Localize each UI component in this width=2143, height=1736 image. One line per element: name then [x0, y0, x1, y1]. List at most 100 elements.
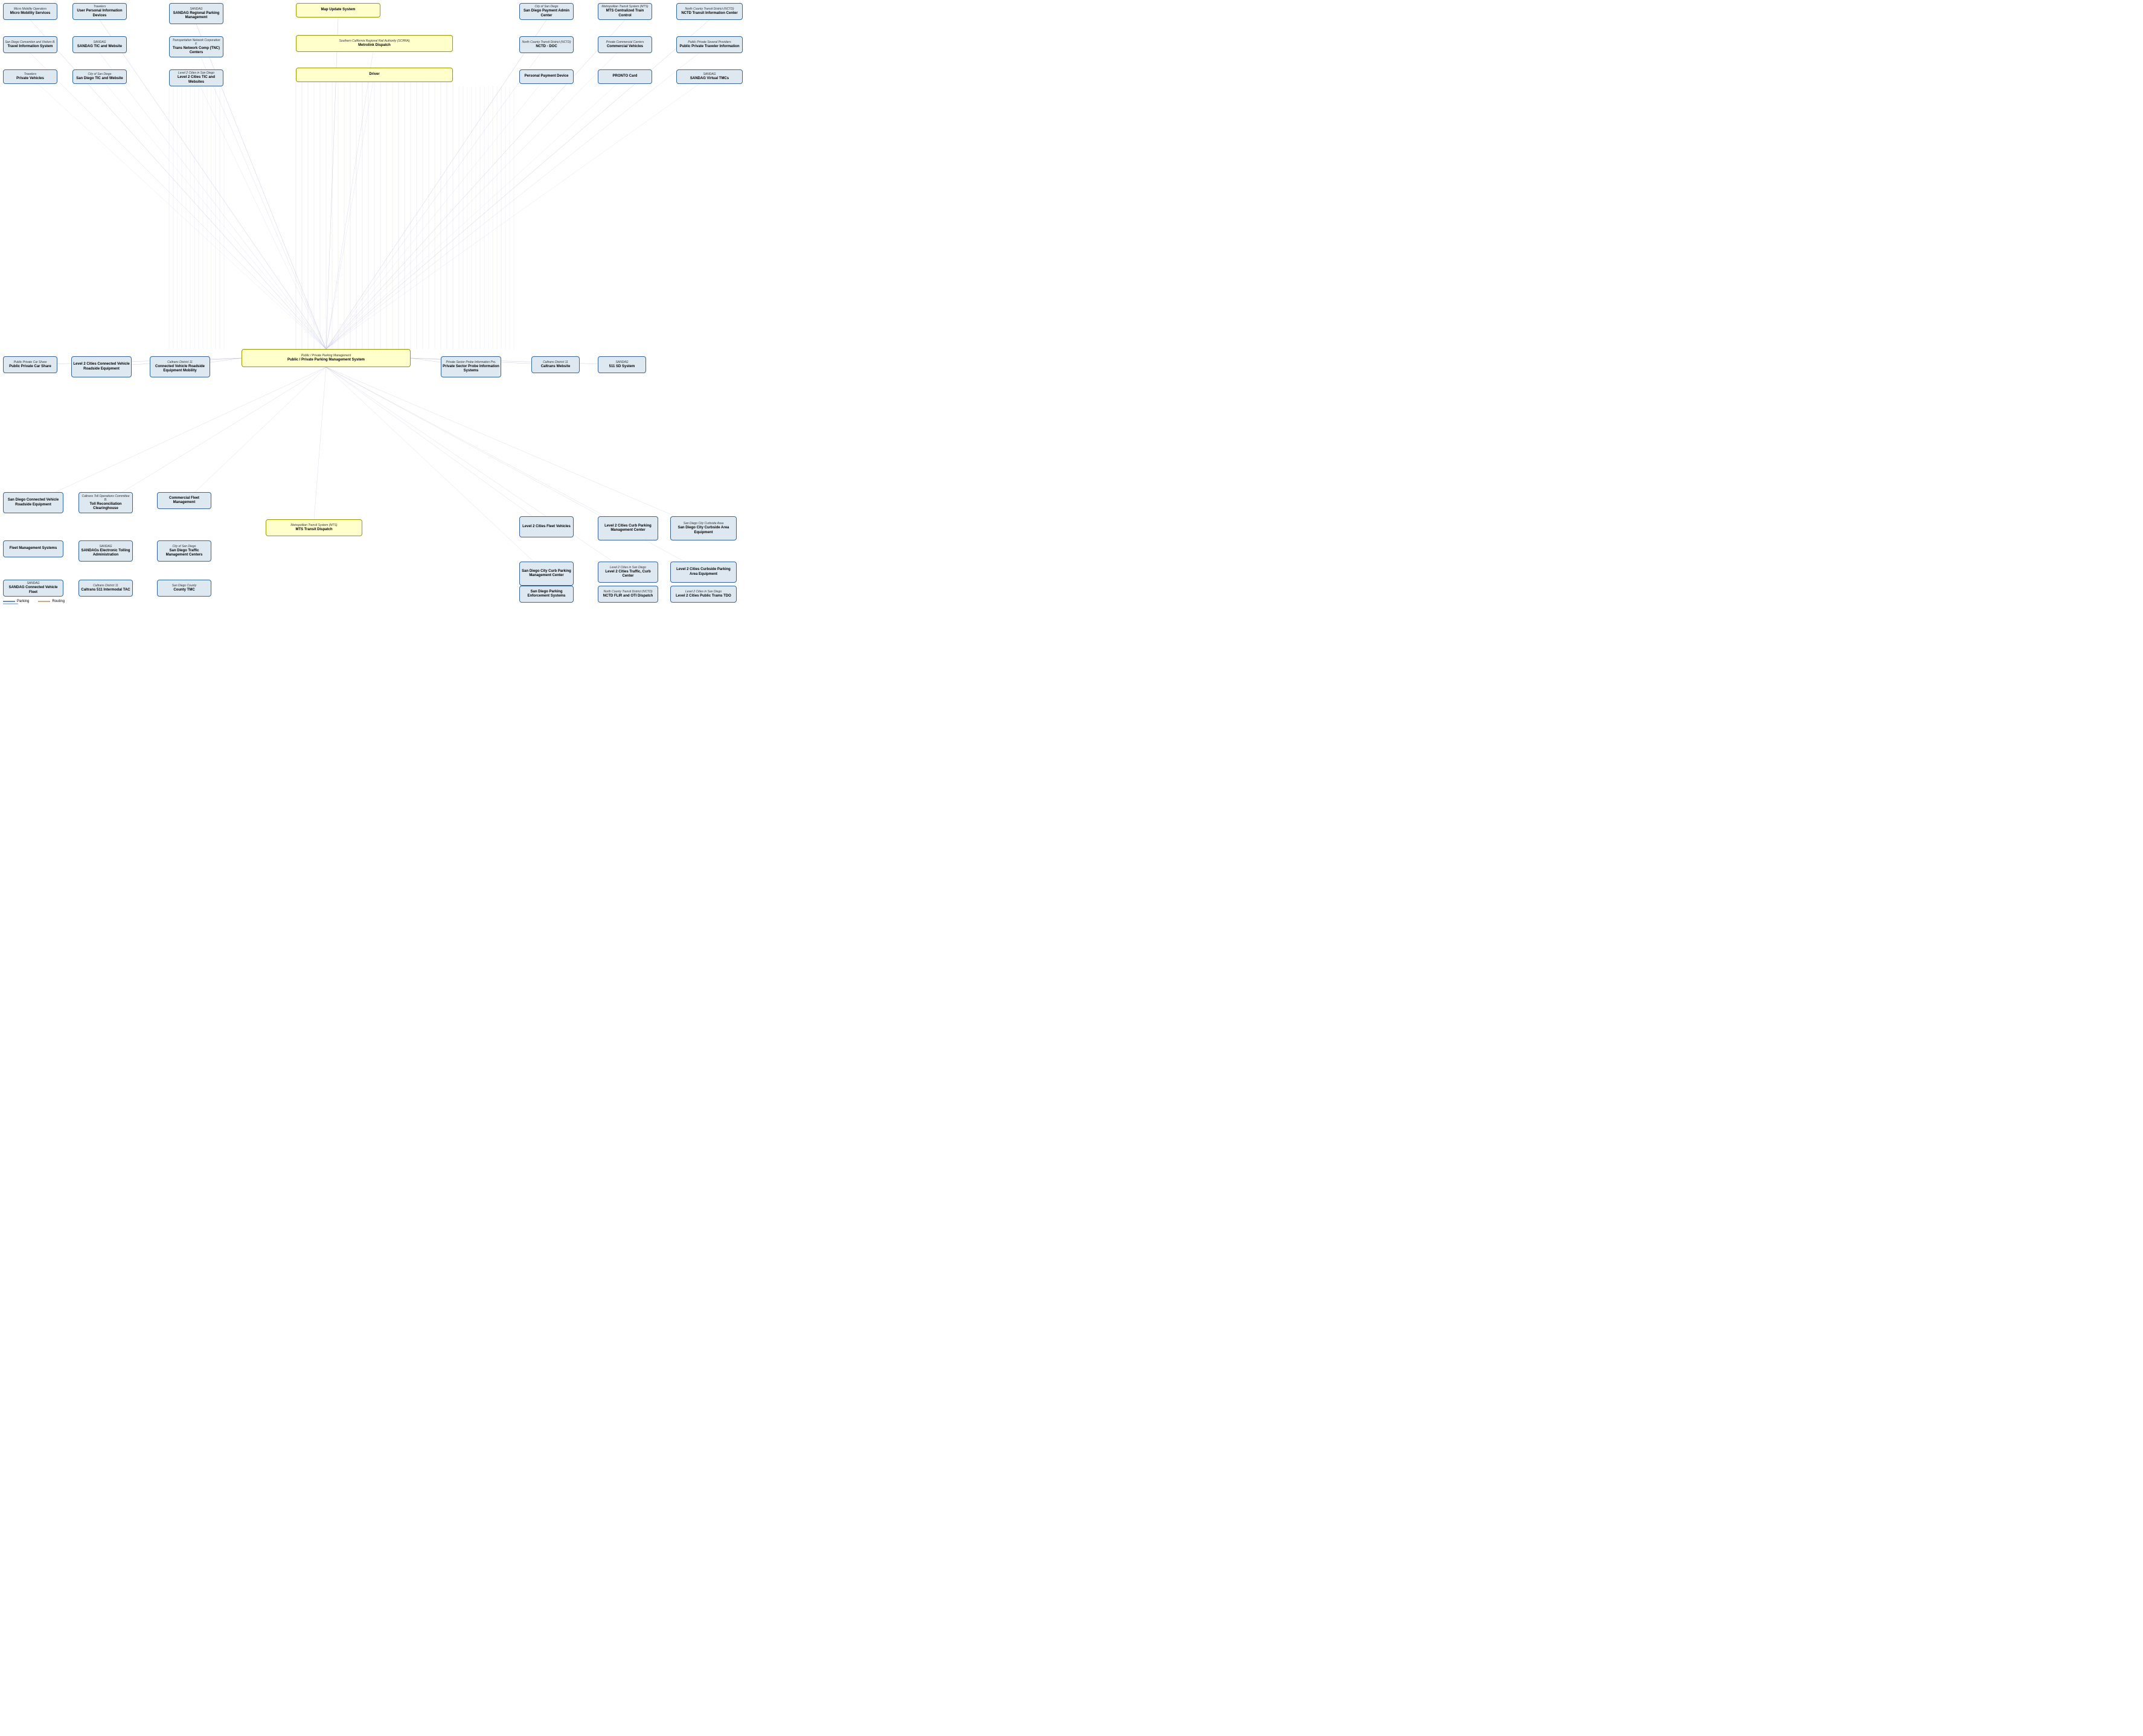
node-fleet-mgmt[interactable]: Fleet Management Systems: [3, 540, 63, 557]
node-tnc[interactable]: Transportation Network Corporation F.Tra…: [169, 36, 223, 57]
node-category-commercial-vehicles: Private Commercial Carriers: [606, 40, 644, 44]
node-county-tmc[interactable]: San Diego CountyCounty TMC: [157, 580, 211, 597]
node-sandag-etoll[interactable]: SANDAGSANDAGs Electronic Tolling Adminis…: [78, 540, 133, 562]
node-title-nctd-flir-dispatch: NCTD FLIR and OTI Dispatch: [603, 594, 653, 598]
node-travelers[interactable]: TravelersUser Personal Information Devic…: [72, 3, 127, 20]
node-city-sd-web[interactable]: City of San DiegoSan Diego TIC and Websi…: [72, 69, 127, 84]
node-title-sd-convention: Travel Information System: [7, 45, 53, 49]
node-toll-ops-committee[interactable]: Caltrans Toll Operations Committee B.Tol…: [78, 492, 133, 513]
node-category-nctd-doc: North County Transit District (NCTD): [522, 40, 571, 44]
node-category-sandag-etoll: SANDAG: [99, 545, 112, 548]
node-title-micro-mobility: Micro Mobility Services: [10, 11, 51, 16]
node-level2-curbside-parking[interactable]: Level 2 Cities Curbside Parking Area Equ…: [670, 562, 737, 583]
node-city-sd-admin[interactable]: City of San DiegoSan Diego Payment Admin…: [519, 3, 574, 20]
node-title-private-sector-probe: Private Sector Probe Information Systems: [443, 365, 499, 373]
node-title-sandag-tic: SANDAG TIC and Website: [77, 45, 122, 49]
node-nctd-flir-dispatch[interactable]: North County Transit District (NCTD)NCTD…: [598, 586, 658, 603]
node-category-toll-ops-committee: Caltrans Toll Operations Committee B.: [80, 495, 131, 502]
node-pronto-card[interactable]: PRONTO Card: [598, 69, 652, 84]
node-sd-connected-vehicle[interactable]: San Diego Connected Vehicle Roadside Equ…: [3, 492, 63, 513]
node-nctd-doc[interactable]: North County Transit District (NCTD)NCTD…: [519, 36, 574, 53]
node-title-city-sd-admin: San Diego Payment Admin Center: [521, 9, 572, 18]
node-title-sd-curbside-area: San Diego City Curbside Area Equipment: [672, 526, 735, 534]
node-title-caltrans-website: Caltrans Website: [541, 365, 571, 369]
node-category-mts-transit-dispatch: Metropolitan Transit System (MTS): [290, 524, 337, 527]
node-category-sd-curbside-area: San Diego City Curbside Area: [684, 522, 724, 525]
node-title-level2-public-trams: Level 2 Cities Public Trams TDO: [676, 594, 731, 598]
node-category-level2-public-trams: Level 2 Cities in San Diego: [685, 590, 722, 594]
node-commercial-vehicles[interactable]: Private Commercial CarriersCommercial Ve…: [598, 36, 652, 53]
node-sandag-parking[interactable]: SANDAGSANDAG Regional Parking Management: [169, 3, 223, 24]
node-category-nctd-info: North County Transit District (NCTD): [685, 7, 734, 11]
node-level2-connected-vehicle[interactable]: Level 2 Cities Connected Vehicle Roadsid…: [71, 356, 132, 377]
node-title-level2-cities-web: Level 2 Cities TIC and Websites: [171, 75, 222, 84]
node-category-sandag-virtual-tmc: SANDAG: [703, 72, 716, 76]
node-private-sector-probe[interactable]: Private Sector Probe Information Pro.Pri…: [441, 356, 501, 377]
node-personal-payment[interactable]: Personal Payment Device: [519, 69, 574, 84]
node-title-nctd-doc: NCTD - DOC: [536, 45, 557, 49]
legend: Parking Routing: [3, 600, 65, 603]
node-title-level2-connected-vehicle: Level 2 Cities Connected Vehicle Roadsid…: [73, 362, 130, 371]
node-caltrans-511-intermodal[interactable]: Caltrans District 11Caltrans 511 Intermo…: [78, 580, 133, 597]
node-level2-fleet-vehicles[interactable]: Level 2 Cities Fleet Vehicles: [519, 516, 574, 537]
node-title-commercial-fleet-mgmt: Commercial Fleet Management: [159, 496, 210, 505]
node-category-sandag-vehicle-fleet: SANDAG: [27, 581, 39, 585]
node-title-map-update: Map Update System: [321, 8, 355, 12]
node-category-sandag-511: SANDAG: [615, 360, 628, 364]
node-sandag-virtual-tmc[interactable]: SANDAGSANDAG Virtual TMCs: [676, 69, 743, 84]
legend-label-1: Parking: [17, 600, 29, 603]
node-title-fleet-mgmt: Fleet Management Systems: [10, 546, 57, 551]
node-sandag-vehicle-fleet[interactable]: SANDAGSANDAG Connected Vehicle Fleet: [3, 580, 63, 597]
node-title-level2-curb-mgmt: Level 2 Cities Curb Parking Management C…: [600, 524, 656, 533]
node-category-level2-cities-web: Level 2 Cities in San Diego: [178, 71, 214, 75]
node-connected-vehicle-roadside[interactable]: Caltrans District 11Connected Vehicle Ro…: [150, 356, 210, 377]
legend-line-1: [3, 601, 15, 602]
node-category-level2-cities-traffic: Level 2 Cities in San Diego: [610, 566, 646, 569]
node-title-sd-parking-enforcement: San Diego Parking Enforcement Systems: [521, 590, 572, 598]
node-scrra[interactable]: Southern California Regional Rail Author…: [296, 35, 453, 52]
node-title-county-tmc: County TMC: [173, 588, 194, 592]
node-caltrans-website[interactable]: Caltrans District 11Caltrans Website: [531, 356, 580, 373]
node-nctd-info[interactable]: North County Transit District (NCTD)NCTD…: [676, 3, 743, 20]
node-title-main-system: Public / Private Parking Management Syst…: [287, 358, 365, 362]
node-sandag-tic[interactable]: SANDAGSANDAG TIC and Website: [72, 36, 127, 53]
node-category-public-private-car-share: Public Private Car Share: [14, 360, 47, 364]
node-private-vehicles[interactable]: TravelersPrivate Vehicles: [3, 69, 57, 84]
node-category-connected-vehicle-roadside: Caltrans District 11: [167, 360, 193, 364]
node-title-level2-cities-traffic: Level 2 Cities Traffic, Curb Center: [600, 570, 656, 578]
node-category-nctd-flir-dispatch: North County Transit District (NCTD): [603, 590, 652, 594]
node-sd-convention[interactable]: San Diego Convention and Visitors B.Trav…: [3, 36, 57, 53]
node-sandag-511[interactable]: SANDAG511 SD System: [598, 356, 646, 373]
node-title-connected-vehicle-roadside: Connected Vehicle Roadside Equipment Mob…: [152, 365, 208, 373]
node-category-private-vehicles: Travelers: [24, 72, 36, 76]
node-main-system[interactable]: Public / Private Parking ManagementPubli…: [242, 349, 411, 367]
node-level2-cities-web[interactable]: Level 2 Cities in San DiegoLevel 2 Citie…: [169, 69, 223, 86]
node-title-sandag-parking: SANDAG Regional Parking Management: [171, 11, 222, 20]
node-title-sandag-511: 511 SD System: [609, 365, 635, 369]
node-public-private-traveler[interactable]: Public Private Several ProvidersPublic P…: [676, 36, 743, 53]
node-title-sd-traffic-mgmt: San Diego Traffic Management Centers: [159, 549, 210, 557]
node-sd-curbside-area[interactable]: San Diego City Curbside AreaSan Diego Ci…: [670, 516, 737, 540]
node-micro-mobility[interactable]: Micro Mobility OperatorsMicro Mobility S…: [3, 3, 57, 20]
node-mts-control[interactable]: Metropolitan Transit System (MTS)MTS Cen…: [598, 3, 652, 20]
node-commercial-fleet-mgmt[interactable]: Commercial Fleet Management: [157, 492, 211, 509]
node-title-sandag-vehicle-fleet: SANDAG Connected Vehicle Fleet: [5, 586, 62, 594]
legend-label-2: Routing: [52, 600, 65, 603]
diagram-container: Micro Mobility OperatorsMicro Mobility S…: [0, 0, 749, 606]
node-sd-traffic-mgmt[interactable]: City of San DiegoSan Diego Traffic Manag…: [157, 540, 211, 562]
node-sd-city-curb-parking[interactable]: San Diego City Curb Parking Management C…: [519, 562, 574, 586]
node-public-private-car-share[interactable]: Public Private Car SharePublic Private C…: [3, 356, 57, 373]
legend-item-1: Parking: [3, 600, 29, 603]
node-mts-transit-dispatch[interactable]: Metropolitan Transit System (MTS)MTS Tra…: [266, 519, 362, 536]
node-title-pronto-card: PRONTO Card: [613, 74, 638, 78]
node-category-mts-control: Metropolitan Transit System (MTS): [601, 5, 648, 8]
node-level2-public-trams[interactable]: Level 2 Cities in San DiegoLevel 2 Citie…: [670, 586, 737, 603]
node-map-update[interactable]: Map Update System: [296, 3, 380, 18]
node-title-mts-control: MTS Centralized Train Control: [600, 9, 650, 18]
node-level2-curb-mgmt[interactable]: Level 2 Cities Curb Parking Management C…: [598, 516, 658, 540]
node-title-driver: Driver: [369, 72, 379, 77]
node-category-county-tmc: San Diego County: [172, 584, 197, 588]
node-level2-cities-traffic[interactable]: Level 2 Cities in San DiegoLevel 2 Citie…: [598, 562, 658, 583]
node-driver[interactable]: Driver: [296, 68, 453, 82]
node-sd-parking-enforcement[interactable]: San Diego Parking Enforcement Systems: [519, 586, 574, 603]
